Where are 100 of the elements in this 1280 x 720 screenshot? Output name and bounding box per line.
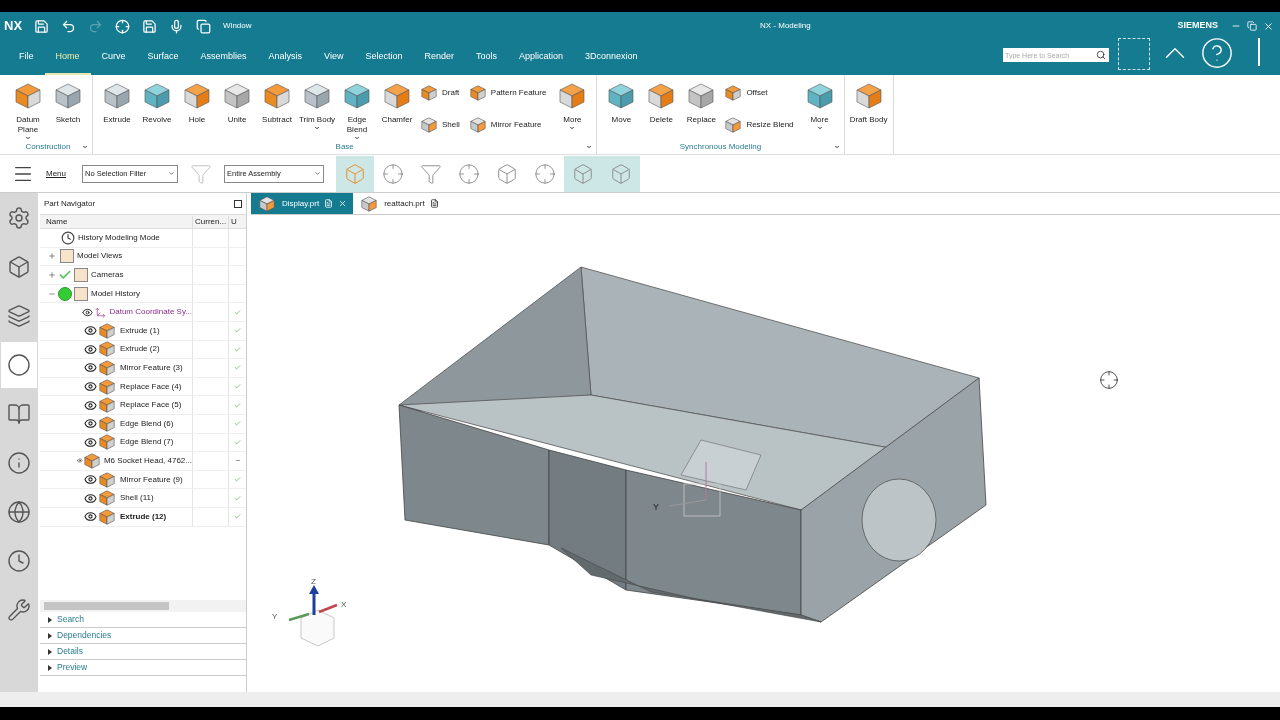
tree-item-label[interactable]: Datum Coordinate Sy... <box>109 306 192 319</box>
maximize-icon[interactable] <box>234 199 242 208</box>
column-header[interactable]: Curren... <box>192 215 228 228</box>
menu-tab[interactable]: 3Dconnexion <box>574 40 649 75</box>
ribbon-button[interactable]: Edge Blend <box>337 75 377 141</box>
undo-icon[interactable] <box>61 18 77 34</box>
menu-tab[interactable]: File <box>8 40 45 75</box>
expand-icon[interactable] <box>48 252 56 261</box>
eye-icon[interactable] <box>84 380 97 394</box>
brand-label: SIEMENS <box>1177 19 1218 33</box>
cube-icon <box>98 321 116 340</box>
ribbon-button[interactable]: Shell <box>419 111 464 139</box>
ribbon-button[interactable]: Pattern Feature <box>467 79 551 107</box>
tree-item-label[interactable]: Shell (11) <box>120 492 154 505</box>
ribbon-button[interactable]: Resize Blend <box>723 111 798 139</box>
menu-tab[interactable]: Render <box>413 40 466 75</box>
cube-icon <box>258 194 276 213</box>
column-header[interactable]: U <box>228 215 246 228</box>
eye-icon[interactable] <box>84 342 97 356</box>
ribbon-button[interactable]: Revolve <box>137 75 177 141</box>
fullscreen-icon[interactable] <box>1118 38 1150 70</box>
tree-item-label[interactable]: Edge Blend (7) <box>120 436 174 449</box>
menu-tab[interactable]: View <box>313 40 355 75</box>
ribbon-button[interactable]: Offset <box>723 79 798 107</box>
tree-item-label[interactable]: Mirror Feature (3) <box>120 361 183 374</box>
search-icon[interactable] <box>1096 50 1106 60</box>
microphone-icon[interactable] <box>169 18 185 34</box>
ribbon-button[interactable]: Draft Body <box>848 75 889 141</box>
cube-icon <box>557 81 588 111</box>
ribbon-button[interactable]: Delete <box>641 75 682 141</box>
layers-icon <box>7 304 31 328</box>
help-icon[interactable] <box>1200 36 1234 70</box>
tree-item-label[interactable]: Replace Face (4) <box>120 380 182 393</box>
cube-icon <box>382 81 412 111</box>
ribbon-button[interactable]: Extrude <box>97 75 137 141</box>
ribbon-button[interactable]: Replace <box>681 75 722 141</box>
ribbon-button[interactable]: Datum Plane <box>8 75 48 141</box>
eye-icon[interactable] <box>84 435 97 449</box>
eye-icon[interactable] <box>84 491 97 505</box>
tree-item-label[interactable]: Extrude (1) <box>120 324 160 337</box>
ribbon-button[interactable]: Move <box>601 75 642 141</box>
tree-item-label[interactable]: Model History <box>91 287 140 300</box>
document-tab[interactable]: Display.prt <box>251 193 354 214</box>
eye-icon[interactable] <box>84 361 97 375</box>
eye-icon[interactable] <box>84 417 97 431</box>
tree-item-label[interactable]: Replace Face (5) <box>120 399 182 412</box>
menu-tab[interactable]: Assemblies <box>189 40 258 75</box>
eye-icon[interactable] <box>84 510 97 524</box>
save-icon[interactable] <box>142 18 158 34</box>
tree-item-label[interactable]: Mirror Feature (9) <box>120 473 183 486</box>
collapsible-panel[interactable]: Dependencies <box>40 628 246 644</box>
ribbon-button[interactable]: Draft <box>419 79 464 107</box>
toolbar-toggle[interactable] <box>336 155 374 192</box>
horizontal-scrollbar[interactable] <box>40 600 246 612</box>
ribbon-button[interactable]: More <box>799 75 840 141</box>
caret-icon[interactable] <box>833 144 840 150</box>
windows-icon[interactable] <box>196 18 212 34</box>
save-icon[interactable] <box>34 18 50 34</box>
ribbon-button[interactable]: Trim Body <box>297 75 337 141</box>
clock-icon <box>61 230 75 245</box>
close-icon[interactable] <box>338 199 348 208</box>
ribbon-button[interactable]: Unite <box>217 75 257 141</box>
close-icon[interactable] <box>1263 20 1274 32</box>
menu-tab[interactable]: Surface <box>136 40 190 75</box>
menu-tab[interactable]: Curve <box>90 40 137 75</box>
document-icon <box>324 199 334 208</box>
resource-tab[interactable] <box>1 342 37 388</box>
toolbar-toggle[interactable] <box>564 155 602 192</box>
window-menu[interactable]: Window <box>223 20 252 32</box>
ribbon-button[interactable]: More <box>552 75 593 141</box>
eye-icon[interactable] <box>84 324 97 338</box>
restore-icon[interactable] <box>1247 20 1257 31</box>
caret-icon[interactable] <box>82 144 88 150</box>
axis-label: Y <box>653 502 659 512</box>
column-header[interactable]: Name <box>40 215 192 228</box>
collapsible-panel[interactable]: Search <box>40 612 246 628</box>
eye-icon[interactable] <box>84 398 97 412</box>
tree-item-label[interactable]: Extrude (2) <box>120 343 160 356</box>
ribbon-button[interactable]: Chamfer <box>377 75 417 141</box>
menu-tab[interactable]: Analysis <box>257 40 314 75</box>
caret-icon[interactable] <box>586 144 593 150</box>
tree-item-label[interactable]: Cameras <box>91 269 124 281</box>
ribbon-button[interactable]: Subtract <box>257 75 297 141</box>
tree-item-label[interactable]: M6 Socket Head, 4762... <box>103 454 192 467</box>
tree-item-label[interactable]: Extrude (12) <box>120 510 167 523</box>
menu-tab[interactable]: Tools <box>465 40 509 75</box>
toolbar-toggle[interactable] <box>602 155 640 192</box>
tree-item-label[interactable]: Model Views <box>77 250 123 263</box>
menu-tab[interactable]: Application <box>508 40 575 75</box>
ribbon-button[interactable]: Hole <box>177 75 217 141</box>
expand-icon[interactable] <box>48 271 56 279</box>
collapsible-panel[interactable]: Details <box>40 644 246 660</box>
tree-item-label[interactable]: Edge Blend (6) <box>120 417 174 430</box>
eye-icon[interactable] <box>84 473 97 486</box>
menu-tab[interactable]: Selection <box>354 40 414 75</box>
menu-button[interactable]: Menu <box>46 167 66 180</box>
ribbon-button[interactable]: Sketch <box>48 75 88 141</box>
tree-item-label[interactable]: History Modeling Mode <box>78 231 160 244</box>
collapsible-panel[interactable]: Preview <box>40 660 246 676</box>
ribbon-button[interactable]: Mirror Feature <box>467 111 551 139</box>
